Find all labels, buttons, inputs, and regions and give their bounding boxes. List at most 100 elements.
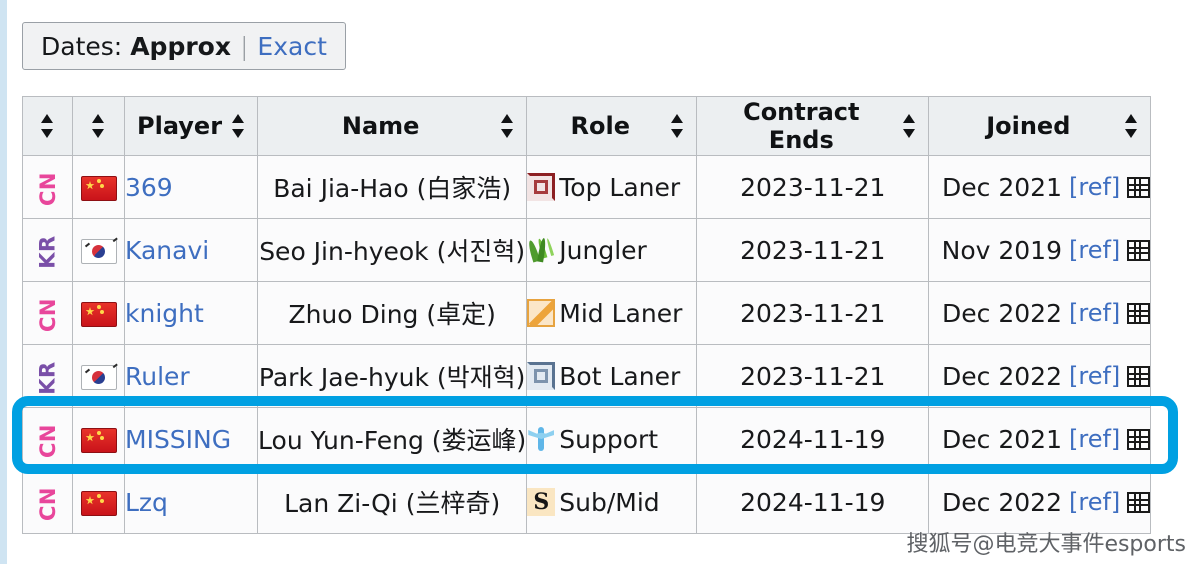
joined-cell: Dec 2022 [ref]: [928, 470, 1152, 534]
china-flag-icon: [80, 302, 117, 327]
mid-laner-icon: [527, 299, 556, 327]
dates-toggle[interactable]: Dates: Approx | Exact: [22, 22, 346, 70]
table-grid-icon[interactable]: [1127, 239, 1151, 261]
sub-letter-glyph: S: [533, 489, 550, 515]
dates-label: Dates:: [41, 31, 123, 61]
flag-cell: [72, 155, 125, 219]
support-icon: [527, 425, 555, 453]
page-left-edge-strip: [0, 0, 7, 564]
watermark: 搜狐号@电竞大事件esports: [906, 532, 1186, 557]
player-cell: knight: [123, 281, 259, 345]
reference-link[interactable]: [ref]: [1069, 488, 1120, 516]
dates-separator: |: [239, 31, 249, 61]
role-cell: Top Laner: [526, 155, 698, 219]
joined-cell: Dec 2022 [ref]: [928, 344, 1152, 408]
country-code-label: CN: [35, 486, 60, 521]
sort-icon[interactable]: [671, 113, 684, 139]
bot-laner-icon: [527, 362, 556, 390]
reference-link[interactable]: [ref]: [1069, 236, 1120, 264]
country-code-cell: CN: [22, 155, 73, 219]
column-header-name-label: Name: [341, 112, 420, 140]
player-cell: Lzq: [123, 470, 259, 534]
role-label: Mid Laner: [559, 298, 683, 328]
column-header-name[interactable]: Name: [257, 96, 528, 156]
flag-cell: [72, 344, 125, 408]
player-link[interactable]: MISSING: [125, 425, 231, 454]
column-header-contract-ends-label: Contract Ends: [743, 98, 860, 154]
player-link[interactable]: Ruler: [125, 362, 190, 391]
table-row[interactable]: CN knight Zhuo Ding (卓定) Mid Laner 2023-11-2…: [22, 281, 1152, 345]
table-row[interactable]: KR Kanavi Seo Jin-hyeok (서진혁) Jungler 2023-1…: [22, 218, 1152, 282]
china-flag-icon: [80, 428, 117, 453]
joined-cell: Dec 2021 [ref]: [928, 155, 1152, 219]
column-header-contract-ends[interactable]: Contract Ends: [696, 96, 930, 156]
top-laner-icon: [527, 173, 556, 201]
contract-ends-cell: 2024-11-19: [696, 407, 930, 471]
player-cell: 369: [123, 155, 259, 219]
country-code-cell: CN: [22, 407, 73, 471]
player-link[interactable]: Lzq: [125, 488, 168, 517]
country-code-label: CN: [35, 423, 60, 458]
sort-icon[interactable]: [501, 113, 514, 139]
role-cell: Support: [526, 407, 698, 471]
player-link[interactable]: knight: [125, 299, 204, 328]
table-row[interactable]: CN MISSING Lou Yun-Feng (娄运峰) Support 2024-1…: [22, 407, 1152, 471]
china-flag-icon: [80, 491, 117, 516]
table-grid-icon[interactable]: [1127, 491, 1151, 513]
reference-link[interactable]: [ref]: [1069, 425, 1120, 453]
country-code-cell: KR: [22, 218, 73, 282]
flag-cell: [72, 281, 125, 345]
china-flag-icon: [80, 176, 117, 201]
column-header-country[interactable]: [22, 96, 73, 156]
sort-icon[interactable]: [232, 113, 245, 139]
dates-approx-option[interactable]: Approx: [130, 32, 231, 61]
player-name-cell: Lan Zi-Qi (兰梓奇): [257, 470, 528, 534]
column-header-player-label: Player: [137, 112, 223, 140]
joined-date-label: Dec 2022: [942, 361, 1062, 391]
role-cell: S Sub/Mid: [526, 470, 698, 534]
country-code-cell: CN: [22, 470, 73, 534]
player-name-cell: Seo Jin-hyeok (서진혁): [257, 218, 528, 282]
column-header-player[interactable]: Player: [123, 96, 259, 156]
column-header-flag[interactable]: [72, 96, 125, 156]
contract-ends-cell: 2023-11-21: [696, 344, 930, 408]
column-header-joined[interactable]: Joined: [928, 96, 1152, 156]
role-cell: Bot Laner: [526, 344, 698, 408]
country-code-label: CN: [35, 171, 60, 206]
sort-icon[interactable]: [903, 113, 916, 139]
table-row[interactable]: KR Ruler Park Jae-hyuk (박재혁) Bot Laner 2023-…: [22, 344, 1152, 408]
column-header-role[interactable]: Role: [526, 96, 698, 156]
flag-cell: [72, 470, 125, 534]
dates-exact-option[interactable]: Exact: [257, 32, 326, 61]
roster-table: Player Name Role Contract Ends Joined CN…: [22, 96, 1152, 534]
joined-date-label: Dec 2022: [942, 298, 1062, 328]
table-row[interactable]: CN Lzq Lan Zi-Qi (兰梓奇) S Sub/Mid 2024-11-19 De…: [22, 470, 1152, 534]
contract-ends-cell: 2023-11-21: [696, 281, 930, 345]
reference-link[interactable]: [ref]: [1069, 362, 1120, 390]
table-grid-icon[interactable]: [1127, 365, 1151, 387]
table-grid-icon[interactable]: [1127, 428, 1151, 450]
sort-icon[interactable]: [41, 113, 54, 139]
table-grid-icon[interactable]: [1127, 302, 1151, 324]
country-code-label: KR: [35, 234, 60, 269]
joined-date-label: Dec 2022: [942, 487, 1062, 517]
player-link[interactable]: Kanavi: [125, 236, 209, 265]
player-name-cell: Park Jae-hyuk (박재혁): [257, 344, 528, 408]
joined-date-label: Dec 2021: [942, 172, 1062, 202]
sort-icon[interactable]: [92, 113, 105, 139]
jungler-icon: [527, 236, 555, 264]
sort-icon[interactable]: [1125, 113, 1138, 139]
player-link[interactable]: 369: [125, 173, 173, 202]
column-header-joined-label: Joined: [986, 112, 1071, 140]
role-label: Support: [559, 424, 659, 454]
contract-ends-cell: 2024-11-19: [696, 470, 930, 534]
reference-link[interactable]: [ref]: [1069, 173, 1120, 201]
country-code-label: KR: [35, 360, 60, 395]
player-name-cell: Bai Jia-Hao (白家浩): [257, 155, 528, 219]
contract-ends-cell: 2023-11-21: [696, 155, 930, 219]
table-grid-icon[interactable]: [1127, 176, 1151, 198]
reference-link[interactable]: [ref]: [1069, 299, 1120, 327]
table-body: CN 369 Bai Jia-Hao (白家浩) Top Laner 2023-11-2…: [22, 155, 1152, 534]
table-row[interactable]: CN 369 Bai Jia-Hao (白家浩) Top Laner 2023-11-2…: [22, 155, 1152, 219]
flag-cell: [72, 407, 125, 471]
